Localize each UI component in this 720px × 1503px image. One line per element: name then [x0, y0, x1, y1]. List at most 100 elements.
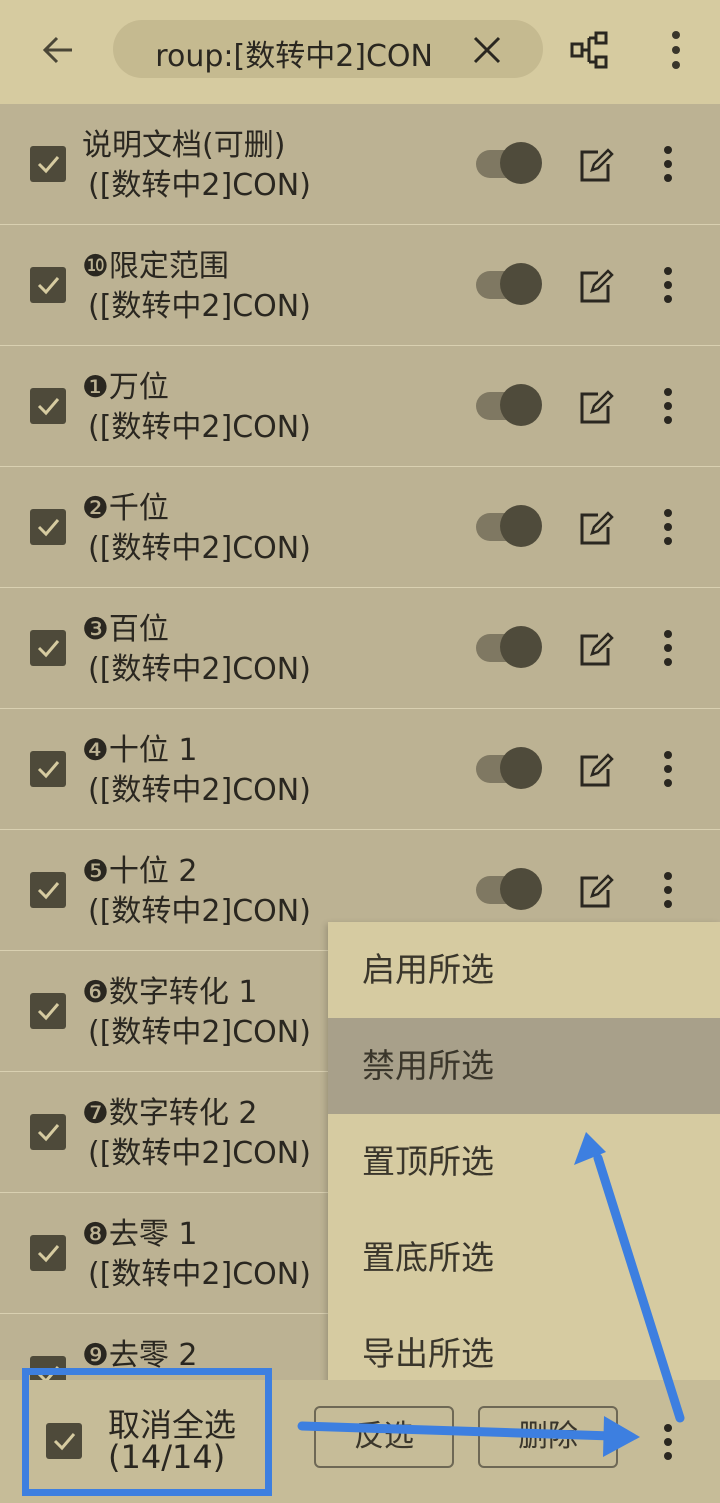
group-button[interactable] [570, 30, 614, 70]
rule-checkbox[interactable] [30, 1114, 66, 1150]
rule-title: ❶万位 [82, 370, 169, 405]
menu-item[interactable]: 置底所选 [328, 1210, 720, 1306]
back-button[interactable] [30, 22, 86, 78]
edit-icon [580, 632, 614, 666]
clear-search-button[interactable] [467, 30, 507, 70]
rule-title: ❹十位 1 [82, 733, 198, 768]
rule-group: ([数转中2]CON) [88, 289, 311, 324]
more-vertical-icon [664, 1424, 672, 1460]
delete-button[interactable]: 删除 [478, 1406, 618, 1468]
rule-more-button[interactable] [656, 265, 680, 305]
toggle-knob [500, 142, 542, 184]
toggle-knob [500, 747, 542, 789]
rule-more-button[interactable] [656, 144, 680, 184]
menu-item[interactable]: 启用所选 [328, 922, 720, 1018]
bottom-more-button[interactable] [656, 1420, 680, 1464]
rule-group: ([数转中2]CON) [88, 773, 311, 808]
rule-checkbox[interactable] [30, 630, 66, 666]
rule-title: ❺十位 2 [82, 854, 198, 889]
rule-group: ([数转中2]CON) [88, 531, 311, 566]
rule-group: ([数转中2]CON) [88, 1257, 311, 1292]
edit-icon [580, 148, 614, 182]
rule-more-button[interactable] [656, 628, 680, 668]
rule-checkbox[interactable] [30, 388, 66, 424]
edit-rule-button[interactable] [578, 148, 614, 184]
edit-icon [580, 390, 614, 424]
rule-more-button[interactable] [656, 507, 680, 547]
annotation-highlight-box [22, 1368, 272, 1496]
checkmark-icon [37, 156, 60, 174]
rule-group: ([数转中2]CON) [88, 652, 311, 687]
rule-row[interactable]: ❶万位 ([数转中2]CON) [0, 346, 720, 467]
rule-enable-toggle[interactable] [474, 868, 544, 912]
checkmark-icon [37, 519, 60, 537]
rule-enable-toggle[interactable] [474, 505, 544, 549]
selection-popup-menu: 启用所选 禁用所选 置顶所选 置底所选 导出所选 [328, 922, 720, 1402]
edit-rule-button[interactable] [578, 753, 614, 789]
rule-group: ([数转中2]CON) [88, 1015, 311, 1050]
rule-row[interactable]: ❿限定范围 ([数转中2]CON) [0, 225, 720, 346]
rule-enable-toggle[interactable] [474, 384, 544, 428]
top-toolbar: roup:[数转中2]CON [0, 0, 720, 104]
toggle-knob [500, 263, 542, 305]
checkmark-icon [37, 1245, 60, 1263]
rule-title: ❸百位 [82, 612, 169, 647]
rule-checkbox[interactable] [30, 1235, 66, 1271]
rule-title: 说明文档(可删) [82, 128, 286, 163]
checkmark-icon [37, 882, 60, 900]
toggle-knob [500, 868, 542, 910]
arrow-left-icon [42, 36, 72, 64]
rule-checkbox[interactable] [30, 267, 66, 303]
rule-checkbox[interactable] [30, 146, 66, 182]
search-input[interactable]: roup:[数转中2]CON [155, 31, 433, 75]
edit-rule-button[interactable] [578, 511, 614, 547]
edit-rule-button[interactable] [578, 269, 614, 305]
rule-row[interactable]: ❷千位 ([数转中2]CON) [0, 467, 720, 588]
toggle-knob [500, 384, 542, 426]
more-vertical-icon [664, 509, 672, 545]
menu-item[interactable]: 置顶所选 [328, 1114, 720, 1210]
rule-title: ❷千位 [82, 491, 169, 526]
rule-title: ❼数字转化 2 [82, 1096, 258, 1131]
rule-row[interactable]: ❸百位 ([数转中2]CON) [0, 588, 720, 709]
rule-enable-toggle[interactable] [474, 142, 544, 186]
more-vertical-icon [664, 388, 672, 424]
rule-enable-toggle[interactable] [474, 626, 544, 670]
checkmark-icon [37, 640, 60, 658]
rule-checkbox[interactable] [30, 872, 66, 908]
rule-row[interactable]: ❹十位 1 ([数转中2]CON) [0, 709, 720, 830]
checkmark-icon [37, 398, 60, 416]
edit-icon [580, 511, 614, 545]
more-vertical-icon [664, 630, 672, 666]
edit-rule-button[interactable] [578, 632, 614, 668]
rule-checkbox[interactable] [30, 751, 66, 787]
more-vertical-icon [672, 31, 680, 69]
rule-group: ([数转中2]CON) [88, 410, 311, 445]
checkmark-icon [37, 761, 60, 779]
rule-checkbox[interactable] [30, 509, 66, 545]
more-vertical-icon [664, 751, 672, 787]
invert-selection-button[interactable]: 反选 [314, 1406, 454, 1468]
close-icon [473, 36, 501, 64]
rule-more-button[interactable] [656, 870, 680, 910]
edit-icon [580, 269, 614, 303]
rule-enable-toggle[interactable] [474, 747, 544, 791]
more-vertical-icon [664, 146, 672, 182]
rule-group: ([数转中2]CON) [88, 168, 311, 203]
checkmark-icon [37, 277, 60, 295]
edit-rule-button[interactable] [578, 874, 614, 910]
overflow-menu-button[interactable] [662, 28, 690, 72]
checkmark-icon [37, 1124, 60, 1142]
edit-rule-button[interactable] [578, 390, 614, 426]
rule-more-button[interactable] [656, 749, 680, 789]
rule-more-button[interactable] [656, 386, 680, 426]
search-field[interactable]: roup:[数转中2]CON [113, 20, 543, 78]
rule-title: ❿限定范围 [82, 249, 229, 284]
rule-group: ([数转中2]CON) [88, 1136, 311, 1171]
rule-checkbox[interactable] [30, 993, 66, 1029]
checkmark-icon [37, 1003, 60, 1021]
rule-row[interactable]: 说明文档(可删) ([数转中2]CON) [0, 104, 720, 225]
menu-item[interactable]: 禁用所选 [328, 1018, 720, 1114]
rule-enable-toggle[interactable] [474, 263, 544, 307]
rule-group: ([数转中2]CON) [88, 894, 311, 929]
